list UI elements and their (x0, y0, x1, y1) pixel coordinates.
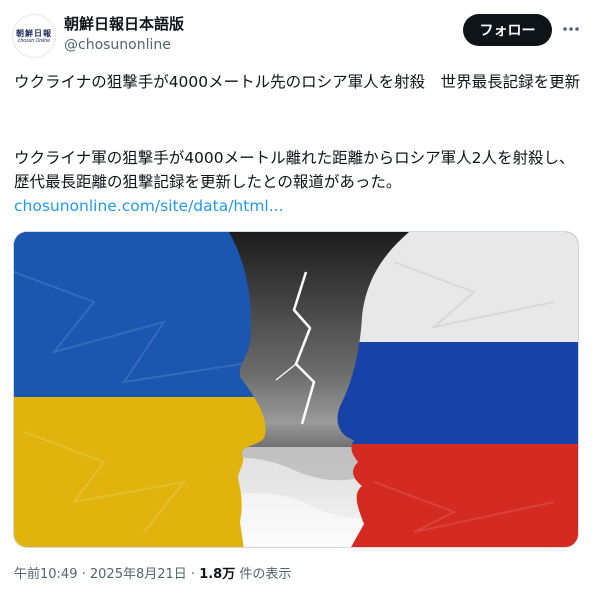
avatar[interactable]: 朝鮮日報 chosun Online (12, 14, 56, 58)
follow-button[interactable]: フォロー (463, 14, 552, 46)
post-meta: 午前10:49 · 2025年8月21日 · 1.8万 件の表示 (14, 566, 291, 584)
post-headline: ウクライナの狙撃手が4000メートル先のロシア軍人を射殺 世界最長記録を更新 (14, 73, 581, 91)
post-link[interactable]: chosunonline.com/site/data/html... (14, 197, 284, 215)
more-icon[interactable] (560, 18, 582, 40)
post-image[interactable] (13, 231, 579, 548)
account-handle[interactable]: @chosunonline (64, 36, 171, 54)
meta-separator: · (77, 567, 90, 582)
avatar-logo-subtext: chosun Online (18, 37, 50, 44)
view-count-label: 件の表示 (235, 567, 292, 582)
post-time[interactable]: 午前10:49 (14, 567, 77, 582)
post-date[interactable]: 2025年8月21日 (90, 567, 187, 582)
meta-separator: · (186, 567, 200, 582)
account-name[interactable]: 朝鮮日報日本語版 (64, 15, 184, 34)
view-count: 1.8万 (199, 567, 236, 582)
post-body: ウクライナ軍の狙撃手が4000メートル離れた距離からロシア軍人2人を射殺し、歴代… (14, 146, 582, 218)
tweet: 朝鮮日報 chosun Online 朝鮮日報日本語版 @chosunonlin… (0, 0, 594, 596)
post-body-text: ウクライナ軍の狙撃手が4000メートル離れた距離からロシア軍人2人を射殺し、歴代… (14, 149, 575, 191)
avatar-logo-text: 朝鮮日報 (16, 27, 52, 38)
